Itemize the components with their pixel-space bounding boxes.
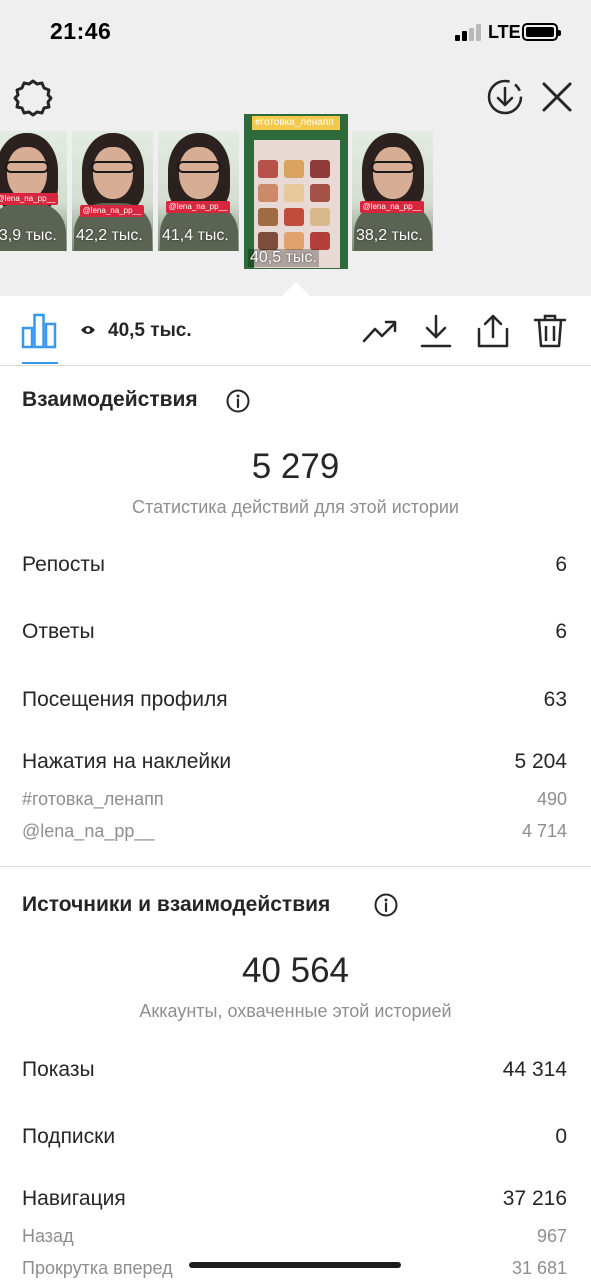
- navigation-value: 967: [536, 1226, 567, 1246]
- stat-value: 0: [555, 1125, 567, 1148]
- stat-value: 44 314: [502, 1058, 567, 1081]
- close-button[interactable]: [536, 76, 578, 118]
- info-icon[interactable]: [226, 389, 250, 413]
- story-thumbnail[interactable]: @lena_na_pp__ 43,9 тыс.: [0, 131, 67, 251]
- story-thumbnail[interactable]: @lena_na_pp__ 38,2 тыс.: [352, 131, 433, 251]
- views-count: 40,5 тыс.: [108, 320, 192, 341]
- discovery-title: Источники и взаимодействия: [22, 893, 331, 916]
- sticker-value: 4 714: [521, 821, 567, 841]
- thumbnail-views: 41,4 тыс.: [162, 227, 229, 244]
- interactions-caption: Статистика действий для этой истории: [132, 497, 459, 517]
- selection-pointer: [282, 282, 310, 296]
- stat-label: Ответы: [22, 620, 95, 643]
- download-icon: [420, 314, 452, 348]
- info-icon[interactable]: [374, 893, 398, 917]
- thumbnail-views: 43,9 тыс.: [0, 227, 57, 244]
- stat-value: 37 216: [502, 1187, 567, 1210]
- thumbnail-views: 42,2 тыс.: [76, 227, 143, 244]
- stat-label: Навигация: [22, 1187, 126, 1210]
- thumbnail-views: 40,5 тыс.: [248, 249, 319, 267]
- share-icon: [477, 314, 509, 348]
- network-label: LTE: [488, 22, 521, 42]
- insights-tab[interactable]: [20, 312, 58, 350]
- settings-button[interactable]: [12, 77, 54, 119]
- interactions-title: Взаимодействия: [22, 388, 198, 411]
- gear-icon: [13, 79, 53, 117]
- battery-icon: [522, 23, 561, 41]
- stat-label: Репосты: [22, 553, 106, 576]
- status-time: 21:46: [50, 18, 112, 44]
- stat-label: Показы: [22, 1058, 95, 1081]
- interactions-total: 5 279: [251, 447, 340, 486]
- sticker-label: #готовка_ленапп: [22, 789, 164, 809]
- bar-chart-icon: [21, 313, 57, 349]
- thumbnail-tag: @lena_na_pp__: [0, 193, 58, 205]
- stat-value: 6: [555, 620, 567, 643]
- story-thumbnail-selected[interactable]: #готовка_ленапп 40,5 тыс.: [244, 114, 348, 269]
- navigation-label: Назад: [22, 1226, 74, 1246]
- thumbnail-tag: @lena_na_pp__: [80, 205, 144, 217]
- story-thumbnail[interactable]: @lena_na_pp__ 41,4 тыс.: [158, 131, 239, 251]
- navigation-value: 31 681: [511, 1258, 567, 1278]
- thumbnail-tag: @lena_na_pp__: [166, 201, 230, 213]
- save-story-button[interactable]: [484, 76, 526, 118]
- sticker-value: 490: [536, 789, 567, 809]
- close-icon: [542, 82, 572, 112]
- stat-value: 5 204: [514, 750, 567, 773]
- thumbnail-tag: @lena_na_pp__: [360, 201, 424, 213]
- share-button[interactable]: [475, 313, 511, 349]
- download-circle-icon: [487, 79, 523, 115]
- insights-toolbar: 40,5 тыс.: [0, 296, 591, 366]
- thumbnail-views: 38,2 тыс.: [356, 227, 423, 244]
- section-divider: [0, 866, 591, 867]
- story-header-area: 21:46 LTE @lena_na_pp__ 43,9: [0, 0, 591, 296]
- promote-button[interactable]: [362, 313, 398, 349]
- trending-up-icon: [362, 320, 397, 343]
- sticker-label: @lena_na_pp__: [22, 821, 155, 841]
- navigation-label: Прокрутка вперед: [22, 1258, 173, 1278]
- signal-icon: [455, 24, 483, 41]
- stat-label: Подписки: [22, 1125, 116, 1148]
- home-indicator[interactable]: [189, 1262, 401, 1268]
- stat-label: Нажатия на наклейки: [22, 750, 232, 773]
- delete-button[interactable]: [532, 313, 568, 349]
- discovery-caption: Аккаунты, охваченные этой историей: [139, 1001, 452, 1021]
- active-tab-indicator: [22, 362, 58, 364]
- stat-value: 6: [555, 553, 567, 576]
- download-button[interactable]: [418, 313, 454, 349]
- eye-icon: [81, 326, 95, 334]
- status-bar: 21:46 LTE: [0, 0, 591, 64]
- stat-label: Посещения профиля: [22, 688, 228, 711]
- stat-value: 63: [543, 688, 567, 711]
- discovery-total: 40 564: [241, 951, 350, 990]
- story-thumbnail[interactable]: @lena_na_pp__ 42,2 тыс.: [72, 131, 153, 251]
- trash-icon: [533, 314, 567, 348]
- thumbnail-tag: #готовка_ленапп: [252, 116, 340, 130]
